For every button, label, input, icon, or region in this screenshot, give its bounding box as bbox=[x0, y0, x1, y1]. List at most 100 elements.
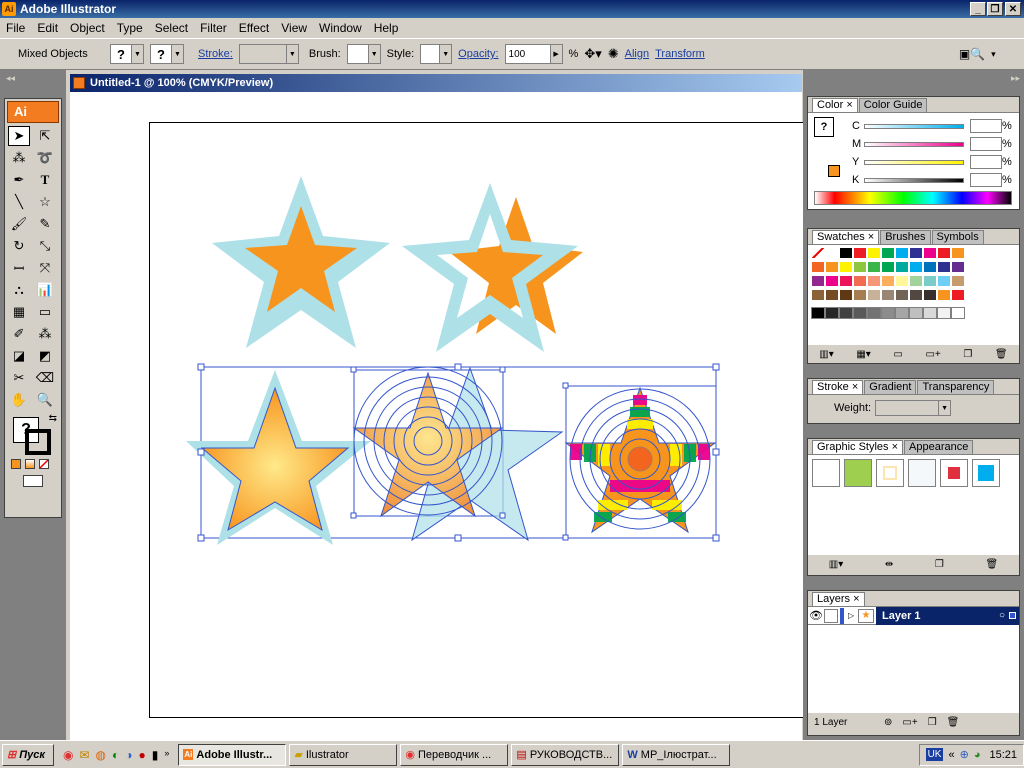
none-swatch[interactable] bbox=[811, 247, 825, 259]
eraser-tool-icon[interactable]: ⌫ bbox=[34, 368, 56, 388]
new-swatch-icon[interactable]: ❐ bbox=[963, 349, 972, 360]
weight-input[interactable]: ▼ bbox=[875, 400, 952, 416]
color-swatch[interactable] bbox=[839, 261, 853, 273]
delete-swatch-icon[interactable]: 🗑 bbox=[995, 349, 1008, 360]
swatch-options-icon[interactable]: ▭ bbox=[893, 349, 902, 360]
slice-tool-icon[interactable]: ✂ bbox=[8, 368, 30, 388]
opacity-link[interactable]: Opacity: bbox=[458, 48, 498, 60]
tab-brushes[interactable]: Brushes bbox=[880, 230, 931, 244]
color-swatch[interactable] bbox=[867, 275, 881, 287]
fill-stroke-widget[interactable]: ? ⇆ bbox=[9, 413, 57, 457]
menu-type[interactable]: Type bbox=[111, 21, 149, 35]
layer-row[interactable]: 👁 ▷ ★ Layer 1 ○ bbox=[808, 606, 1019, 625]
gradient-star-shape[interactable] bbox=[200, 386, 350, 532]
gradient-tool-icon[interactable]: ▭ bbox=[34, 302, 56, 322]
tab-color-guide[interactable]: Color Guide bbox=[858, 98, 928, 112]
live-paint-selection-icon[interactable]: ◩ bbox=[34, 346, 56, 366]
fill-stroke-swatch[interactable]: ? bbox=[814, 117, 834, 137]
color-swatch[interactable] bbox=[951, 247, 965, 259]
taskbar-item-pdf[interactable]: ▤ РУКОВОДСТВ... bbox=[511, 743, 620, 766]
channel-c-slider[interactable] bbox=[864, 123, 964, 129]
menu-effect[interactable]: Effect bbox=[233, 21, 275, 35]
color-swatch[interactable] bbox=[937, 275, 951, 287]
channel-k-slider[interactable] bbox=[864, 177, 964, 183]
color-swatch[interactable] bbox=[937, 261, 951, 273]
gradient-mode-icon[interactable] bbox=[25, 459, 35, 469]
color-swatch[interactable] bbox=[853, 247, 867, 259]
channel-c-input[interactable] bbox=[970, 119, 1002, 133]
tab-layers[interactable]: Layers × bbox=[812, 592, 865, 606]
style-dropdown[interactable]: ▼ bbox=[420, 44, 453, 64]
color-swatch[interactable] bbox=[951, 289, 965, 301]
expand-triangle-icon[interactable]: ▷ bbox=[848, 611, 858, 620]
graphic-style-red[interactable] bbox=[940, 459, 968, 487]
panel-menu-icon[interactable]: ▾ bbox=[991, 49, 996, 60]
artwork[interactable] bbox=[70, 92, 802, 740]
stroke-box[interactable] bbox=[25, 429, 51, 455]
menu-object[interactable]: Object bbox=[64, 21, 111, 35]
selection-tool-icon[interactable]: ➤ bbox=[8, 126, 30, 146]
tab-appearance[interactable]: Appearance bbox=[904, 440, 974, 454]
warp-tool-icon[interactable]: ꟷ bbox=[8, 258, 30, 278]
menu-select[interactable]: Select bbox=[149, 21, 194, 35]
fill-dropdown[interactable]: ? ▼ bbox=[110, 44, 144, 64]
start-button[interactable]: ⊞ Пуск bbox=[2, 743, 54, 766]
target-icon[interactable]: ○ bbox=[999, 610, 1005, 621]
bridge-icon[interactable]: ▣🔍 bbox=[959, 47, 985, 61]
opera-icon[interactable]: ● bbox=[139, 748, 146, 762]
canvas-area[interactable] bbox=[70, 92, 804, 740]
language-indicator[interactable]: UK bbox=[925, 748, 944, 761]
blend-tool-icon[interactable]: ⁂ bbox=[34, 324, 56, 344]
tab-gradient[interactable]: Gradient bbox=[864, 380, 917, 394]
show-kinds-icon[interactable]: ▦▾ bbox=[856, 349, 870, 360]
color-swatch[interactable] bbox=[853, 261, 867, 273]
live-paint-tool-icon[interactable]: ◪ bbox=[8, 346, 30, 366]
graphic-style-cyan[interactable] bbox=[972, 459, 1000, 487]
new-style-icon[interactable]: ❐ bbox=[935, 559, 944, 570]
brush-dropdown[interactable]: ▼ bbox=[346, 44, 381, 64]
taskbar-item-illustrator[interactable]: Ai Adobe Illustr... bbox=[178, 743, 287, 766]
firefox-icon[interactable]: ◍ bbox=[96, 748, 106, 762]
swap-icon[interactable]: ⇆ bbox=[49, 413, 57, 424]
none-mode-icon[interactable] bbox=[39, 459, 49, 469]
channel-y-input[interactable] bbox=[970, 155, 1002, 169]
recolor-icon[interactable]: ✥▾ bbox=[584, 46, 601, 62]
zoom-tool-icon[interactable]: 🔍 bbox=[34, 390, 56, 410]
color-swatch[interactable] bbox=[909, 275, 923, 287]
delete-layer-icon[interactable]: 🗑 bbox=[947, 717, 960, 728]
line-tool-icon[interactable]: ╲ bbox=[8, 192, 30, 212]
close-button[interactable]: ✕ bbox=[1005, 2, 1021, 16]
chrome-icon[interactable]: ◉ bbox=[63, 748, 73, 762]
color-swatch[interactable] bbox=[937, 247, 951, 259]
gray-swatch[interactable] bbox=[909, 307, 923, 319]
network-icon[interactable]: ⊕ bbox=[960, 748, 969, 761]
graph-tool-icon[interactable]: 📊 bbox=[34, 280, 56, 300]
tab-swatches[interactable]: Swatches × bbox=[812, 230, 880, 244]
color-swatch[interactable] bbox=[867, 261, 881, 273]
gray-swatch[interactable] bbox=[895, 307, 909, 319]
color-swatch[interactable] bbox=[867, 289, 881, 301]
gray-swatch[interactable] bbox=[825, 307, 839, 319]
pen-tool-icon[interactable]: ✒ bbox=[8, 170, 30, 190]
channel-k-input[interactable] bbox=[970, 173, 1002, 187]
menu-file[interactable]: File bbox=[0, 21, 31, 35]
menu-view[interactable]: View bbox=[275, 21, 313, 35]
scale-tool-icon[interactable]: ⤡ bbox=[34, 236, 56, 256]
new-color-group-icon[interactable]: ▭+ bbox=[925, 349, 940, 360]
color-swatch[interactable] bbox=[895, 247, 909, 259]
color-swatch[interactable] bbox=[811, 261, 825, 273]
star-tool-icon[interactable]: ☆ bbox=[34, 192, 56, 212]
color-swatch[interactable] bbox=[909, 261, 923, 273]
color-swatch[interactable] bbox=[923, 261, 937, 273]
color-swatch[interactable] bbox=[881, 247, 895, 259]
color-swatch[interactable] bbox=[895, 261, 909, 273]
color-swatch[interactable] bbox=[923, 275, 937, 287]
menu-help[interactable]: Help bbox=[368, 21, 405, 35]
color-swatch[interactable] bbox=[853, 275, 867, 287]
gray-swatch[interactable] bbox=[853, 307, 867, 319]
gray-swatch[interactable] bbox=[881, 307, 895, 319]
expand-icon[interactable]: ▸▸ bbox=[803, 70, 1024, 87]
tab-symbols[interactable]: Symbols bbox=[931, 230, 984, 244]
explorer-icon[interactable]: ✉ bbox=[79, 748, 89, 762]
rotate-tool-icon[interactable]: ↻ bbox=[8, 236, 30, 256]
